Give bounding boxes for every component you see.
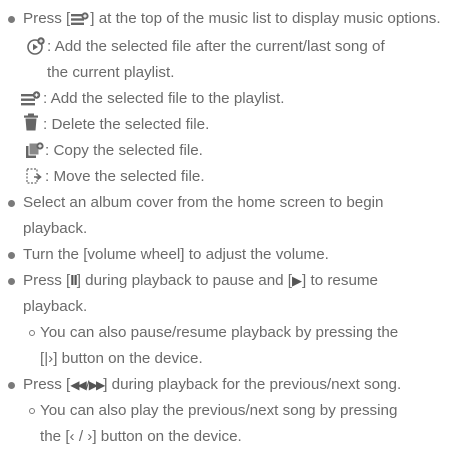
bullet xyxy=(8,200,15,207)
album-cover-line2: playback. xyxy=(23,220,88,237)
pause-text-a: Press [ xyxy=(23,272,71,289)
add-to-playlist-icon xyxy=(21,91,41,107)
intro-line: Press [ ] at the top of the music list to… xyxy=(23,9,441,32)
manual-page: Press [ ] at the top of the music list to… xyxy=(0,0,469,449)
sub2-line1: You can also play the previous/next song… xyxy=(40,402,398,419)
move-file-icon xyxy=(26,168,44,184)
pause-line: Press [II] during playback to pause and … xyxy=(23,271,378,291)
option-text: : Copy the selected file. xyxy=(45,142,203,159)
skip-text-a: Press [ xyxy=(23,376,71,393)
option-text: : Delete the selected file. xyxy=(43,116,210,133)
play-glyph: ▶ xyxy=(292,273,303,288)
bullet xyxy=(8,252,15,259)
skip-line: Press [◀◀ / ▶▶] during playback for the … xyxy=(23,375,401,395)
skip-text-b: ] during playback for the previous/next … xyxy=(103,376,402,393)
sub1-line1: You can also pause/resume playback by pr… xyxy=(40,324,399,341)
pause-line2: playback. xyxy=(23,298,88,315)
bullet xyxy=(8,382,15,389)
sub2-line2: the [‹ / ›] button on the device. xyxy=(40,428,242,445)
pause-text-c: ] to resume xyxy=(302,272,378,289)
sub1-line2: [|›] button on the device. xyxy=(40,350,203,367)
trash-icon xyxy=(24,113,40,131)
sub-bullet xyxy=(29,330,35,336)
prev-next-glyph: ◀◀ / ▶▶ xyxy=(70,378,105,392)
intro-post: ] at the top of the music list to displa… xyxy=(90,10,441,27)
album-cover-line1: Select an album cover from the home scre… xyxy=(23,194,384,211)
option-continuation: the current playlist. xyxy=(47,64,175,81)
option-text: : Move the selected file. xyxy=(45,168,205,185)
option-text: : Add the selected file to the playlist. xyxy=(43,90,285,107)
copy-file-icon xyxy=(26,142,44,158)
add-after-current-icon xyxy=(26,37,46,55)
bullet xyxy=(8,278,15,285)
pause-text-b: ] during playback to pause and [ xyxy=(76,272,293,289)
sub-bullet xyxy=(29,408,35,414)
option-text: : Add the selected file after the curren… xyxy=(47,38,385,55)
menu-options-icon xyxy=(71,12,89,32)
intro-pre: Press [ xyxy=(23,10,71,27)
volume-line: Turn the [volume wheel] to adjust the vo… xyxy=(23,246,329,263)
bullet xyxy=(8,16,15,23)
